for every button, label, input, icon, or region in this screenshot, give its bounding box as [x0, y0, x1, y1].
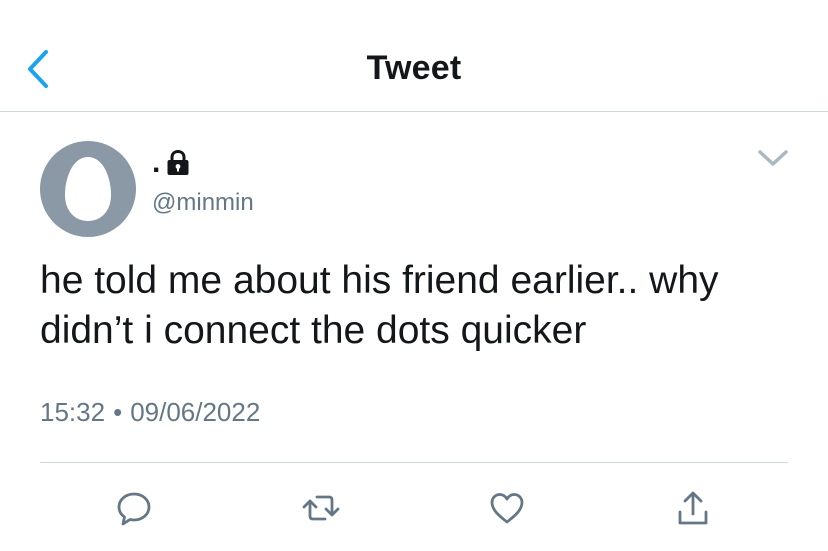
lock-icon	[167, 150, 189, 175]
default-egg-avatar-icon	[65, 157, 111, 221]
divider	[40, 462, 788, 463]
avatar[interactable]	[40, 141, 136, 237]
tweet-text: he told me about his friend earlier.. wh…	[40, 259, 719, 352]
retweet-button[interactable]	[301, 488, 341, 528]
share-button[interactable]	[673, 488, 713, 528]
retweet-icon	[302, 495, 340, 521]
reply-button[interactable]	[114, 488, 154, 528]
reply-icon	[117, 492, 151, 526]
chevron-down-icon	[758, 150, 788, 166]
username[interactable]: @minmin	[152, 189, 254, 217]
tweet-menu-button[interactable]	[752, 145, 794, 173]
share-icon	[678, 491, 708, 525]
navigation-header: Tweet	[0, 0, 828, 112]
display-name-text: .	[152, 146, 161, 179]
tweet-detail: . @minmin he told me about his friend ea…	[0, 112, 828, 551]
page-title: Tweet	[366, 49, 462, 87]
tweet-date: 09/06/2022	[130, 397, 261, 427]
like-icon	[490, 493, 524, 524]
display-name[interactable]: .	[152, 148, 190, 178]
tweet-timestamp: 15:32 • 09/06/2022	[40, 397, 260, 428]
timestamp-separator: •	[113, 397, 123, 427]
like-button[interactable]	[487, 488, 527, 528]
tweet-time: 15:32	[40, 397, 106, 427]
